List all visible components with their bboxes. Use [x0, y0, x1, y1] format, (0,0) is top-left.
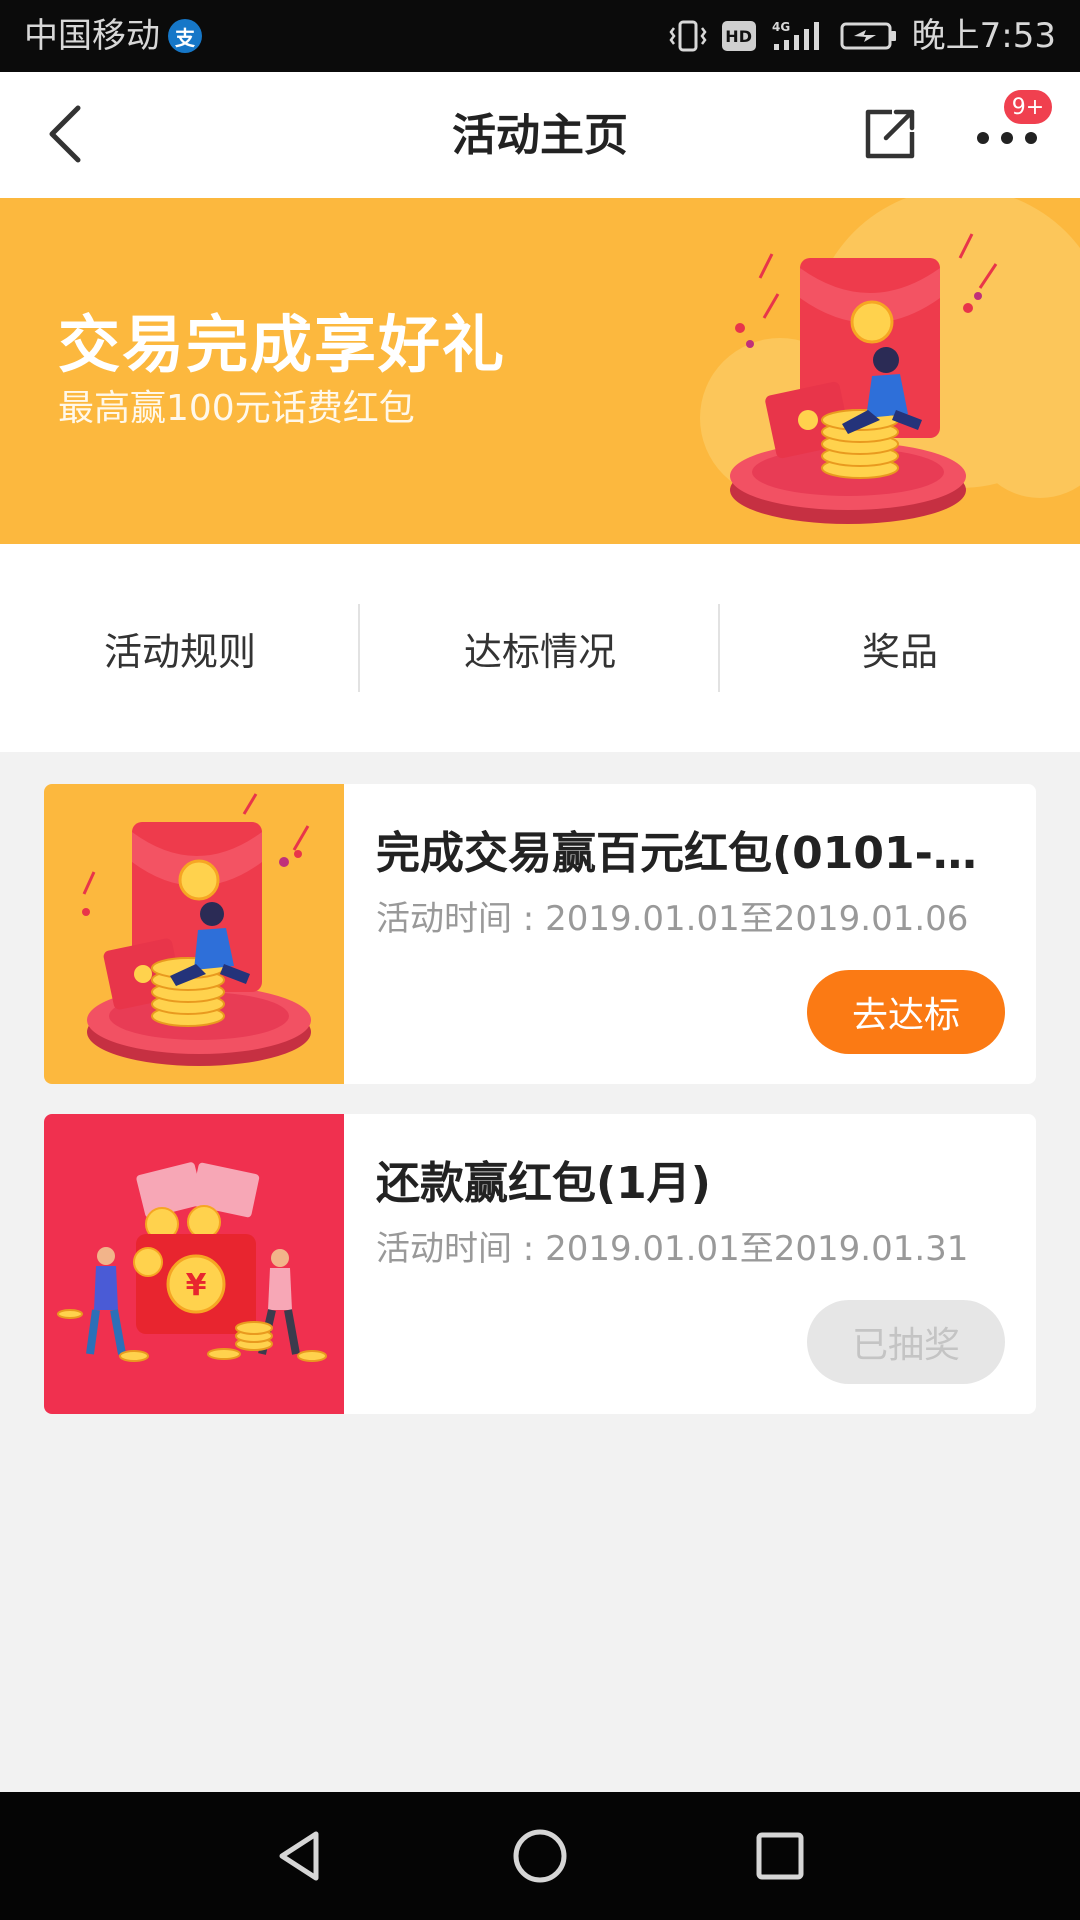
- more-dots-icon: [977, 132, 1037, 144]
- battery-charging-icon: [840, 20, 898, 52]
- promo-banner[interactable]: 交易完成享好礼 最高赢100元话费红包: [0, 198, 1080, 544]
- svg-text:¥: ¥: [186, 1268, 207, 1303]
- activity-title: 完成交易赢百元红包(0101-0...: [376, 828, 996, 879]
- system-recents-button[interactable]: [750, 1826, 810, 1886]
- circle-home-icon: [513, 1829, 567, 1883]
- system-home-button[interactable]: [510, 1826, 570, 1886]
- red-envelope-thumbnail: [44, 784, 344, 1084]
- banner-title: 交易完成享好礼: [58, 308, 507, 381]
- red-envelope-illustration: [700, 198, 1080, 524]
- notification-badge: 9+: [1002, 88, 1054, 126]
- activity-title: 还款赢红包(1月): [376, 1158, 711, 1209]
- share-button[interactable]: [862, 106, 918, 162]
- clock: 晚上7:53: [911, 16, 1056, 56]
- tab-rules[interactable]: 活动规则: [0, 544, 360, 752]
- activity-card[interactable]: 完成交易赢百元红包(0101-0... 活动时间 : 2019.01.01至20…: [44, 784, 1036, 1084]
- hd-voice-icon: HD: [721, 21, 756, 51]
- tab-divider: [358, 604, 360, 692]
- activity-time: 活动时间 : 2019.01.01至2019.01.31: [376, 1229, 969, 1269]
- page-title: 活动主页: [452, 110, 628, 161]
- already-drawn-button[interactable]: 已抽奖: [807, 1300, 1005, 1384]
- tab-label: 达标情况: [463, 629, 616, 674]
- system-back-button[interactable]: [270, 1826, 330, 1886]
- square-recents-icon: [756, 1832, 804, 1880]
- tab-label: 活动规则: [103, 629, 256, 674]
- go-qualify-button[interactable]: 去达标: [807, 970, 1005, 1054]
- vibrate-icon: [668, 18, 708, 54]
- tab-progress[interactable]: 达标情况: [360, 544, 720, 752]
- tab-label: 奖品: [861, 629, 938, 674]
- more-button[interactable]: [974, 122, 1040, 154]
- tab-bar: 活动规则 达标情况 奖品: [0, 544, 1080, 752]
- system-nav-bar: [0, 1792, 1080, 1920]
- tab-prizes[interactable]: 奖品: [720, 544, 1080, 752]
- repayment-red-packet-thumbnail: ¥: [44, 1114, 344, 1414]
- carrier-name: 中国移动: [24, 16, 160, 56]
- top-nav-bar: 活动主页: [0, 72, 1080, 198]
- alipay-notification-icon: 支: [168, 19, 202, 53]
- activity-time: 活动时间 : 2019.01.01至2019.01.06: [376, 899, 969, 939]
- status-bar: 中国移动 支 HD 4G 晚上7:53: [0, 0, 1080, 72]
- activity-card[interactable]: ¥ 还款赢红包(1月) 活动时间 : 2019.01.01至2019.01.31…: [44, 1114, 1036, 1414]
- banner-subtitle: 最高赢100元话费红包: [58, 388, 415, 429]
- triangle-back-icon: [279, 1831, 319, 1881]
- tab-divider: [718, 604, 720, 692]
- share-icon: [865, 109, 915, 159]
- svg-text:4G: 4G: [772, 20, 790, 34]
- signal-icon: 4G: [770, 18, 826, 54]
